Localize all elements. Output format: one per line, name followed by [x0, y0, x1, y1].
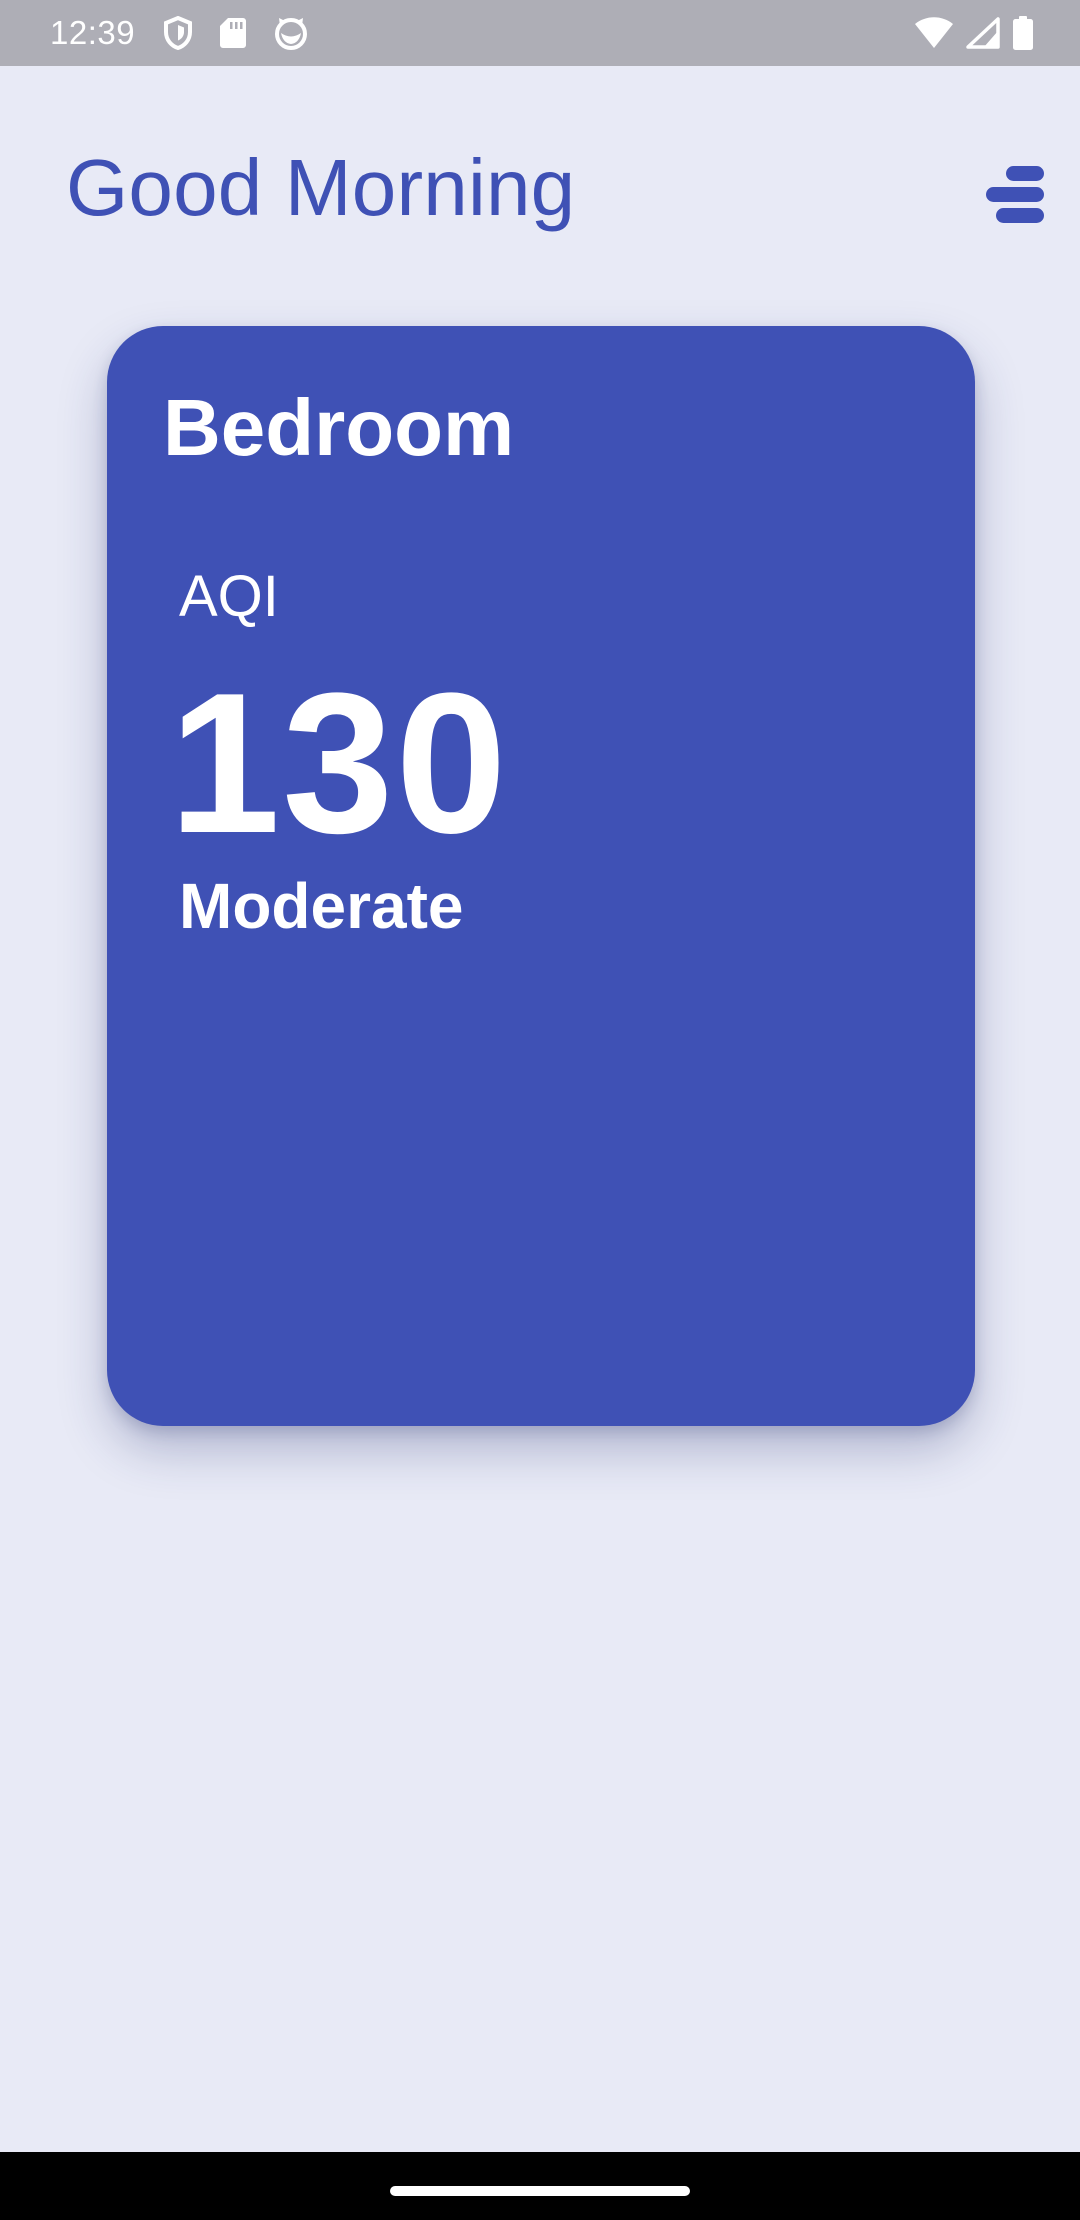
menu-icon — [986, 166, 1044, 223]
greeting-title: Good Morning — [66, 143, 576, 232]
wifi-icon — [915, 17, 953, 48]
cellular-signal-icon — [966, 17, 1000, 49]
navigation-bar — [0, 2152, 1080, 2220]
status-system-icons — [914, 16, 1034, 50]
sd-card-icon — [220, 18, 247, 48]
status-time: 12:39 — [50, 14, 136, 51]
menu-button[interactable] — [984, 160, 1046, 230]
status-notification-icons — [163, 16, 309, 50]
status-bar: 12:39 — [0, 0, 1080, 66]
room-card-bedroom[interactable]: Bedroom AQI 130 Moderate — [107, 326, 975, 1426]
shield-icon — [164, 16, 193, 50]
room-name: Bedroom — [163, 383, 515, 472]
aqi-status: Moderate — [179, 870, 464, 942]
home-indicator[interactable] — [390, 2186, 690, 2196]
aqi-label: AQI — [179, 564, 279, 629]
aqi-value: 130 — [169, 652, 509, 875]
cat-face-icon — [275, 18, 308, 50]
battery-icon — [1013, 16, 1033, 50]
